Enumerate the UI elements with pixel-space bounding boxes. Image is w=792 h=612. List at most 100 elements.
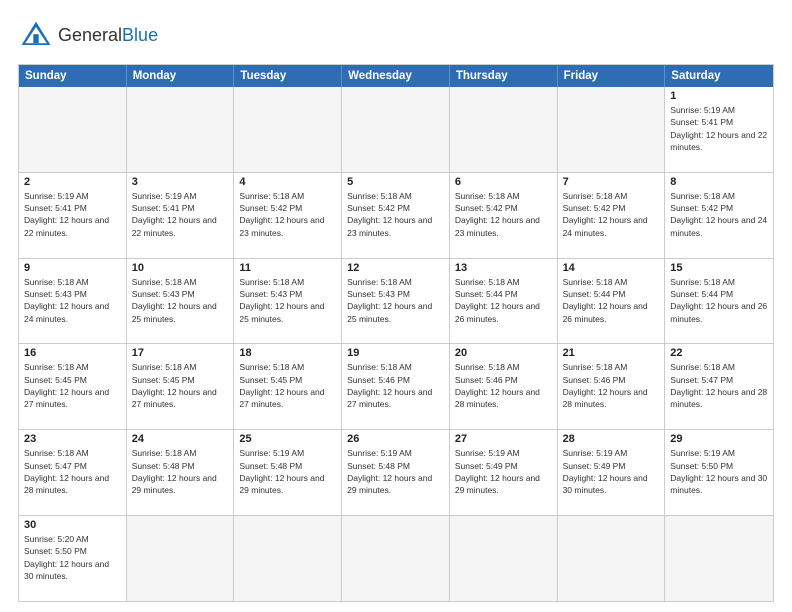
day-info: Sunrise: 5:18 AM Sunset: 5:44 PM Dayligh… — [670, 276, 768, 325]
calendar-body: 1 Sunrise: 5:19 AM Sunset: 5:41 PM Daylig… — [19, 87, 773, 601]
calendar-cell: 7 Sunrise: 5:18 AM Sunset: 5:42 PM Daylig… — [558, 173, 666, 258]
calendar-cell: 3 Sunrise: 5:19 AM Sunset: 5:41 PM Daylig… — [127, 173, 235, 258]
calendar-cell: 5 Sunrise: 5:18 AM Sunset: 5:42 PM Daylig… — [342, 173, 450, 258]
calendar: SundayMondayTuesdayWednesdayThursdayFrid… — [18, 64, 774, 602]
calendar-cell: 2 Sunrise: 5:19 AM Sunset: 5:41 PM Daylig… — [19, 173, 127, 258]
day-info: Sunrise: 5:19 AM Sunset: 5:48 PM Dayligh… — [347, 447, 444, 496]
calendar-cell: 24 Sunrise: 5:18 AM Sunset: 5:48 PM Dayli… — [127, 430, 235, 515]
day-number: 5 — [347, 176, 444, 188]
day-number: 14 — [563, 262, 660, 274]
day-info: Sunrise: 5:19 AM Sunset: 5:41 PM Dayligh… — [132, 190, 229, 239]
calendar-cell — [127, 87, 235, 172]
calendar-cell: 23 Sunrise: 5:18 AM Sunset: 5:47 PM Dayli… — [19, 430, 127, 515]
day-number: 2 — [24, 176, 121, 188]
calendar-row: 2 Sunrise: 5:19 AM Sunset: 5:41 PM Daylig… — [19, 173, 773, 259]
calendar-cell: 15 Sunrise: 5:18 AM Sunset: 5:44 PM Dayli… — [665, 259, 773, 344]
calendar-cell: 9Sunrise: 5:18 AM Sunset: 5:43 PM Daylig… — [19, 259, 127, 344]
logo-general: General — [58, 25, 122, 45]
calendar-cell: 22Sunrise: 5:18 AM Sunset: 5:47 PM Dayli… — [665, 344, 773, 429]
calendar-cell — [558, 516, 666, 601]
calendar-cell: 28 Sunrise: 5:19 AM Sunset: 5:49 PM Dayli… — [558, 430, 666, 515]
day-number: 8 — [670, 176, 768, 188]
calendar-cell: 16 Sunrise: 5:18 AM Sunset: 5:45 PM Dayli… — [19, 344, 127, 429]
day-number: 23 — [24, 433, 121, 445]
day-number: 28 — [563, 433, 660, 445]
calendar-cell: 17 Sunrise: 5:18 AM Sunset: 5:45 PM Dayli… — [127, 344, 235, 429]
calendar-cell — [234, 516, 342, 601]
day-info: Sunrise: 5:18 AM Sunset: 5:48 PM Dayligh… — [132, 447, 229, 496]
day-info: Sunrise: 5:18 AM Sunset: 5:45 PM Dayligh… — [132, 361, 229, 410]
day-info: Sunrise: 5:19 AM Sunset: 5:49 PM Dayligh… — [455, 447, 552, 496]
day-info: Sunrise: 5:18 AM Sunset: 5:46 PM Dayligh… — [563, 361, 660, 410]
calendar-cell: 14Sunrise: 5:18 AM Sunset: 5:44 PM Dayli… — [558, 259, 666, 344]
day-number: 30 — [24, 519, 121, 531]
day-info: Sunrise: 5:18 AM Sunset: 5:44 PM Dayligh… — [455, 276, 552, 325]
logo-text: GeneralBlue — [58, 26, 158, 46]
calendar-cell: 29Sunrise: 5:19 AM Sunset: 5:50 PM Dayli… — [665, 430, 773, 515]
day-number: 21 — [563, 347, 660, 359]
calendar-cell: 27 Sunrise: 5:19 AM Sunset: 5:49 PM Dayli… — [450, 430, 558, 515]
calendar-cell — [234, 87, 342, 172]
logo-blue: Blue — [122, 25, 158, 45]
calendar-cell — [450, 87, 558, 172]
calendar-header: SundayMondayTuesdayWednesdayThursdayFrid… — [19, 65, 773, 87]
day-info: Sunrise: 5:18 AM Sunset: 5:43 PM Dayligh… — [132, 276, 229, 325]
calendar-cell: 8 Sunrise: 5:18 AM Sunset: 5:42 PM Daylig… — [665, 173, 773, 258]
calendar-cell: 21 Sunrise: 5:18 AM Sunset: 5:46 PM Dayli… — [558, 344, 666, 429]
day-number: 18 — [239, 347, 336, 359]
calendar-cell — [665, 516, 773, 601]
day-info: Sunrise: 5:18 AM Sunset: 5:47 PM Dayligh… — [24, 447, 121, 496]
day-info: Sunrise: 5:18 AM Sunset: 5:42 PM Dayligh… — [239, 190, 336, 239]
day-number: 17 — [132, 347, 229, 359]
calendar-cell: 4Sunrise: 5:18 AM Sunset: 5:42 PM Daylig… — [234, 173, 342, 258]
calendar-cell: 6 Sunrise: 5:18 AM Sunset: 5:42 PM Daylig… — [450, 173, 558, 258]
day-number: 3 — [132, 176, 229, 188]
weekday-header: Friday — [558, 65, 666, 87]
day-number: 9 — [24, 262, 121, 274]
day-number: 24 — [132, 433, 229, 445]
calendar-page: GeneralBlue SundayMondayTuesdayWednesday… — [0, 0, 792, 612]
calendar-cell: 25 Sunrise: 5:19 AM Sunset: 5:48 PM Dayli… — [234, 430, 342, 515]
day-info: Sunrise: 5:18 AM Sunset: 5:43 PM Dayligh… — [347, 276, 444, 325]
calendar-cell — [127, 516, 235, 601]
day-info: Sunrise: 5:18 AM Sunset: 5:42 PM Dayligh… — [670, 190, 768, 239]
calendar-cell — [450, 516, 558, 601]
day-number: 13 — [455, 262, 552, 274]
day-number: 10 — [132, 262, 229, 274]
day-number: 1 — [670, 90, 768, 102]
day-number: 15 — [670, 262, 768, 274]
day-number: 11 — [239, 262, 336, 274]
calendar-cell: 20Sunrise: 5:18 AM Sunset: 5:46 PM Dayli… — [450, 344, 558, 429]
day-info: Sunrise: 5:19 AM Sunset: 5:49 PM Dayligh… — [563, 447, 660, 496]
day-number: 7 — [563, 176, 660, 188]
calendar-cell: 19Sunrise: 5:18 AM Sunset: 5:46 PM Dayli… — [342, 344, 450, 429]
weekday-header: Thursday — [450, 65, 558, 87]
calendar-row: 1 Sunrise: 5:19 AM Sunset: 5:41 PM Daylig… — [19, 87, 773, 173]
logo-icon — [18, 18, 54, 54]
calendar-cell: 18Sunrise: 5:18 AM Sunset: 5:45 PM Dayli… — [234, 344, 342, 429]
day-number: 25 — [239, 433, 336, 445]
day-info: Sunrise: 5:19 AM Sunset: 5:41 PM Dayligh… — [670, 104, 768, 153]
day-number: 27 — [455, 433, 552, 445]
weekday-header: Saturday — [665, 65, 773, 87]
day-info: Sunrise: 5:18 AM Sunset: 5:42 PM Dayligh… — [563, 190, 660, 239]
day-info: Sunrise: 5:18 AM Sunset: 5:47 PM Dayligh… — [670, 361, 768, 410]
day-info: Sunrise: 5:18 AM Sunset: 5:42 PM Dayligh… — [455, 190, 552, 239]
day-info: Sunrise: 5:19 AM Sunset: 5:41 PM Dayligh… — [24, 190, 121, 239]
weekday-header: Monday — [127, 65, 235, 87]
calendar-cell: 30Sunrise: 5:20 AM Sunset: 5:50 PM Dayli… — [19, 516, 127, 601]
day-info: Sunrise: 5:18 AM Sunset: 5:45 PM Dayligh… — [24, 361, 121, 410]
calendar-cell: 13 Sunrise: 5:18 AM Sunset: 5:44 PM Dayli… — [450, 259, 558, 344]
day-info: Sunrise: 5:18 AM Sunset: 5:42 PM Dayligh… — [347, 190, 444, 239]
calendar-cell: 26Sunrise: 5:19 AM Sunset: 5:48 PM Dayli… — [342, 430, 450, 515]
day-info: Sunrise: 5:19 AM Sunset: 5:48 PM Dayligh… — [239, 447, 336, 496]
calendar-cell — [342, 87, 450, 172]
calendar-row: 30Sunrise: 5:20 AM Sunset: 5:50 PM Dayli… — [19, 516, 773, 601]
weekday-header: Tuesday — [234, 65, 342, 87]
logo: GeneralBlue — [18, 18, 158, 54]
day-number: 6 — [455, 176, 552, 188]
calendar-cell — [19, 87, 127, 172]
weekday-header: Wednesday — [342, 65, 450, 87]
day-number: 16 — [24, 347, 121, 359]
day-info: Sunrise: 5:18 AM Sunset: 5:46 PM Dayligh… — [347, 361, 444, 410]
